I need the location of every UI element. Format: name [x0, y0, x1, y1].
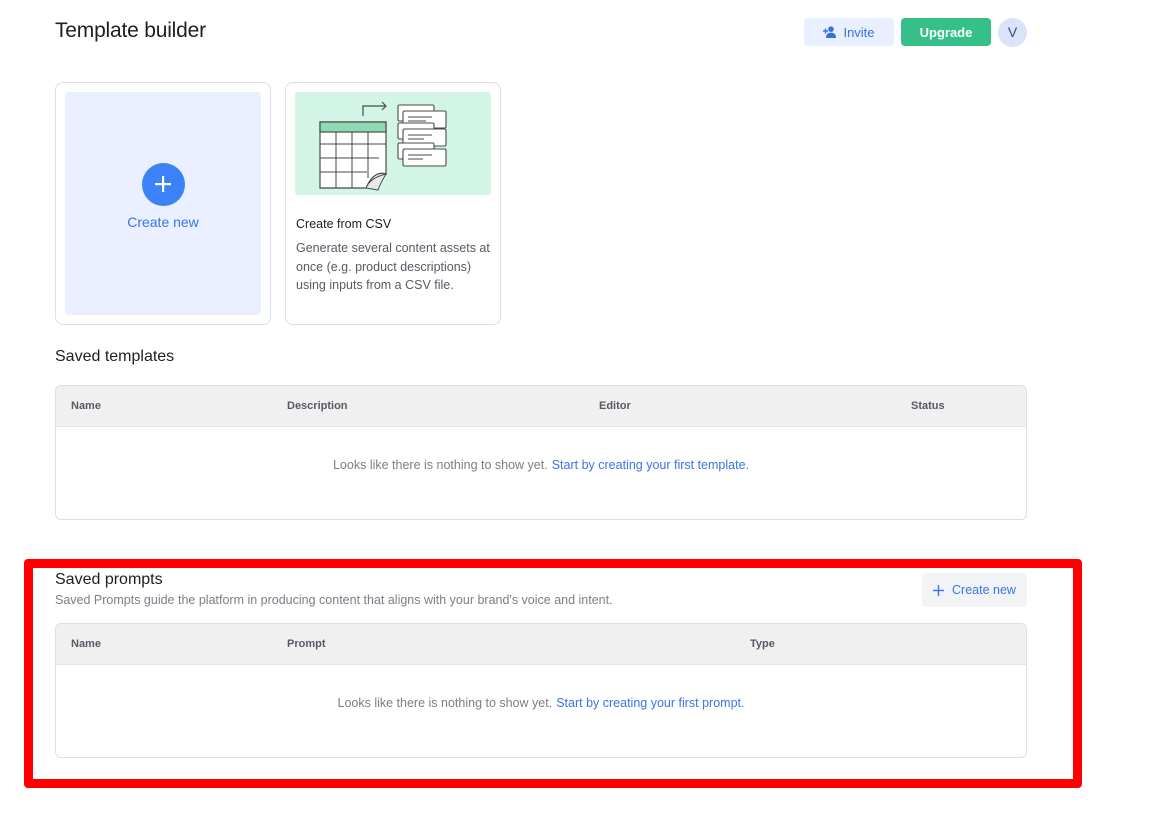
column-header-prompt[interactable]: Prompt	[287, 638, 326, 650]
empty-state: Looks like there is nothing to show yet.…	[56, 665, 1026, 741]
create-new-label: Create new	[127, 213, 199, 230]
invite-button[interactable]: Invite	[804, 18, 894, 46]
create-new-card: Create new	[55, 82, 271, 325]
empty-state: Looks like there is nothing to show yet.…	[56, 427, 1026, 503]
csv-illustration	[295, 92, 491, 195]
table-header: Name Description Editor Status	[56, 386, 1026, 427]
saved-prompts-title: Saved prompts	[55, 571, 163, 588]
create-from-csv-card[interactable]: Create from CSV Generate several content…	[285, 82, 501, 325]
saved-templates-title: Saved templates	[55, 348, 175, 365]
empty-state-text: Looks like there is nothing to show yet.	[337, 696, 553, 710]
column-header-name[interactable]: Name	[71, 638, 101, 650]
saved-prompts-subtitle: Saved Prompts guide the platform in prod…	[55, 593, 613, 607]
create-first-prompt-link[interactable]: Start by creating your first prompt.	[556, 696, 744, 710]
template-builder-page: Template builder Invite Upgrade V Create…	[0, 0, 1156, 825]
header-actions: Invite Upgrade V	[804, 17, 1027, 47]
column-header-name[interactable]: Name	[71, 400, 101, 412]
plus-icon	[141, 162, 185, 206]
csv-card-description: Generate several content assets at once …	[296, 241, 490, 292]
plus-icon	[933, 584, 945, 596]
create-new-template-tile[interactable]: Create new	[65, 92, 261, 315]
saved-templates-table: Name Description Editor Status Looks lik…	[55, 385, 1027, 520]
create-first-template-link[interactable]: Start by creating your first template.	[552, 458, 749, 472]
column-header-description[interactable]: Description	[287, 400, 348, 412]
csv-card-title: Create from CSV	[296, 217, 392, 231]
saved-prompts-table: Name Prompt Type Looks like there is not…	[55, 623, 1027, 758]
column-header-editor[interactable]: Editor	[599, 400, 631, 412]
empty-state-text: Looks like there is nothing to show yet.	[332, 458, 548, 472]
upgrade-button[interactable]: Upgrade	[901, 18, 991, 46]
avatar[interactable]: V	[998, 17, 1027, 47]
column-header-status[interactable]: Status	[911, 400, 945, 412]
add-user-icon	[823, 26, 837, 38]
invite-label: Invite	[843, 24, 875, 40]
create-new-prompt-label: Create new	[952, 583, 1016, 597]
page-title: Template builder	[55, 19, 206, 42]
column-header-type[interactable]: Type	[750, 638, 775, 650]
create-new-prompt-button[interactable]: Create new	[922, 573, 1027, 607]
table-header: Name Prompt Type	[56, 624, 1026, 665]
